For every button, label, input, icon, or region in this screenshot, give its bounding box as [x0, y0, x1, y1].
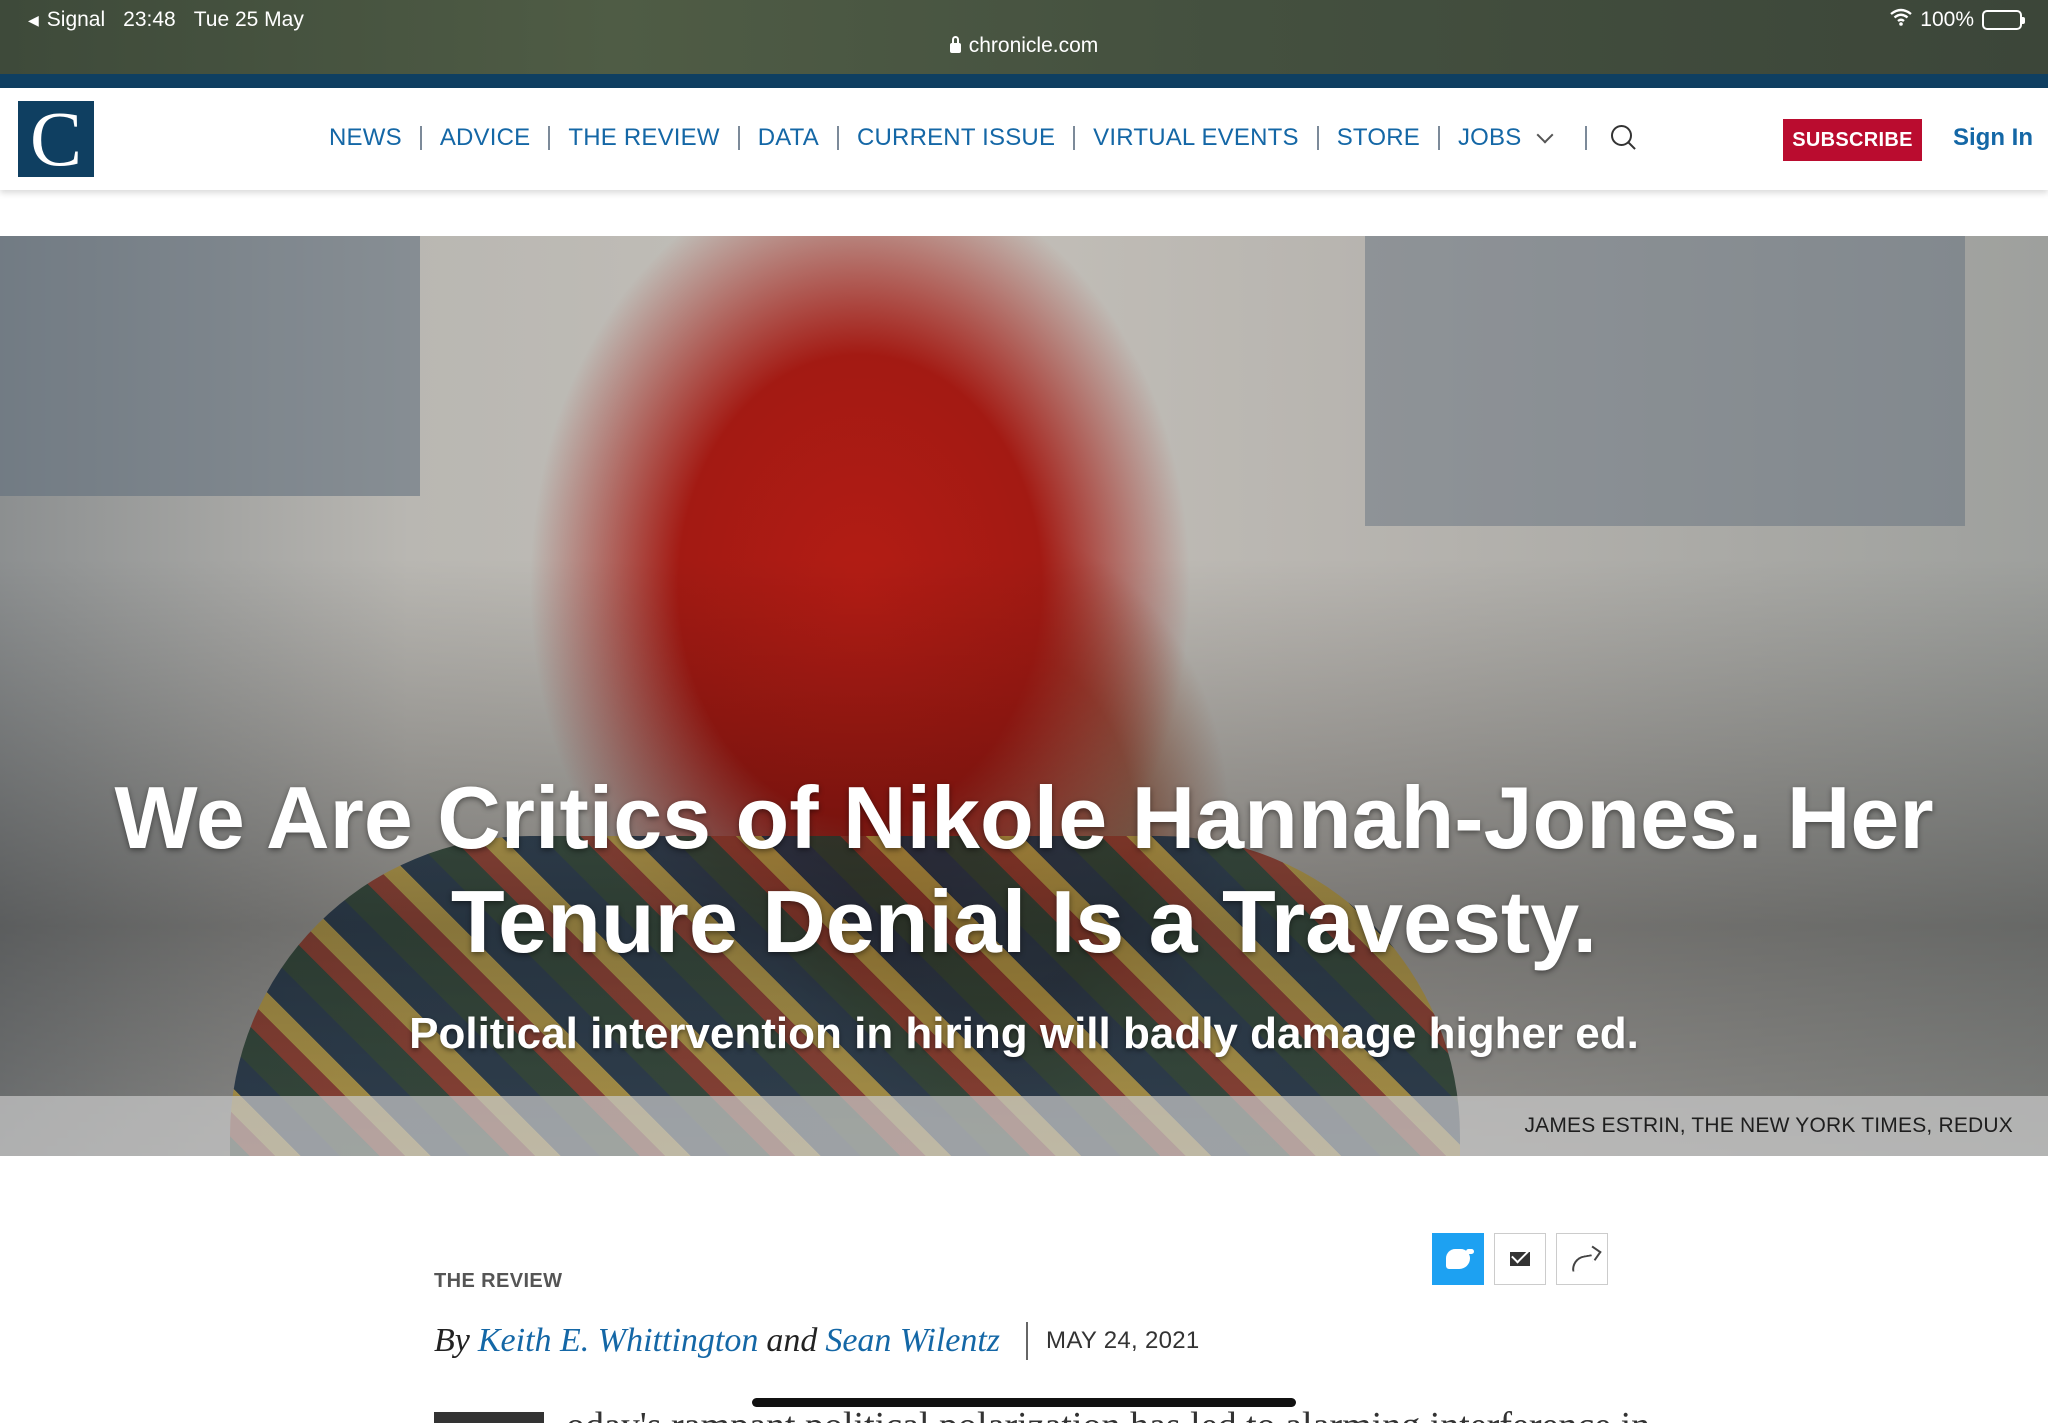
- nav-store[interactable]: STORE: [1337, 124, 1420, 152]
- author-link-1[interactable]: Keith E. Whittington: [478, 1322, 758, 1360]
- url-text: chronicle.com: [968, 34, 1099, 57]
- subscribe-button[interactable]: SUBSCRIBE: [1783, 119, 1922, 161]
- photo-credit-bar: JAMES ESTRIN, THE NEW YORK TIMES, REDUX: [0, 1096, 2048, 1156]
- home-indicator[interactable]: [752, 1398, 1296, 1407]
- url-bar[interactable]: chronicle.com: [0, 34, 2048, 58]
- byline: By Keith E. Whittington and Sean Wilentz…: [434, 1322, 1200, 1360]
- share-icon: [1569, 1254, 1595, 1272]
- status-right: 100%: [1890, 8, 2025, 32]
- wifi-icon: [1890, 8, 1913, 32]
- article-subtitle: Political intervention in hiring will ba…: [409, 1009, 1639, 1058]
- chevron-down-icon[interactable]: [1536, 126, 1554, 144]
- nav-top-strip: [0, 74, 2048, 88]
- nav-advice[interactable]: ADVICE: [440, 124, 531, 152]
- back-arrow-icon[interactable]: ◀: [28, 12, 39, 29]
- photo-credit: JAMES ESTRIN, THE NEW YORK TIMES, REDUX: [1524, 1114, 2013, 1137]
- status-date: Tue 25 May: [193, 8, 304, 31]
- section-label[interactable]: THE REVIEW: [434, 1270, 562, 1293]
- nav-divider: [737, 126, 740, 150]
- nav-divider: [1437, 126, 1440, 150]
- email-share-button[interactable]: [1494, 1233, 1546, 1285]
- mail-icon: [1510, 1252, 1530, 1266]
- nav-divider: [836, 126, 839, 150]
- sign-in-link[interactable]: Sign In: [1953, 124, 2033, 152]
- hero-image: We Are Critics of Nikole Hannah-Jones. H…: [0, 236, 2048, 1156]
- nav-the-review[interactable]: THE REVIEW: [568, 124, 719, 152]
- nav-data[interactable]: DATA: [758, 124, 819, 152]
- site-header: C NEWS ADVICE THE REVIEW DATA CURRENT IS…: [0, 88, 2048, 190]
- nav-divider: [1073, 126, 1076, 150]
- share-buttons: [1432, 1233, 1608, 1285]
- nav-divider: [1316, 126, 1319, 150]
- status-time: 23:48: [123, 8, 176, 31]
- nav-virtual-events[interactable]: VIRTUAL EVENTS: [1093, 124, 1299, 152]
- status-bar: ◀ Signal 23:48 Tue 25 May 100% chronicle…: [0, 0, 2048, 74]
- nav-divider: [419, 126, 422, 150]
- nav-news[interactable]: NEWS: [329, 124, 402, 152]
- nav-current-issue[interactable]: CURRENT ISSUE: [857, 124, 1055, 152]
- main-nav: NEWS ADVICE THE REVIEW DATA CURRENT ISSU…: [329, 124, 1637, 152]
- byline-by: By: [434, 1322, 470, 1359]
- search-icon[interactable]: [1611, 125, 1637, 151]
- status-left: ◀ Signal 23:48 Tue 25 May: [28, 8, 304, 32]
- twitter-share-button[interactable]: [1432, 1233, 1484, 1285]
- twitter-icon: [1446, 1249, 1474, 1269]
- nav-divider: [1585, 126, 1588, 150]
- publish-date: MAY 24, 2021: [1046, 1327, 1200, 1354]
- battery-percent: 100%: [1920, 8, 1974, 31]
- lock-icon: [949, 36, 961, 53]
- back-app-label[interactable]: Signal: [47, 8, 105, 32]
- nav-divider: [548, 126, 551, 150]
- byline-divider: [1026, 1322, 1029, 1360]
- author-link-2[interactable]: Sean Wilentz: [825, 1322, 1000, 1360]
- drop-cap: [434, 1412, 544, 1423]
- article-title: We Are Critics of Nikole Hannah-Jones. H…: [114, 768, 1934, 971]
- chronicle-logo[interactable]: C: [18, 100, 94, 178]
- byline-and: and: [766, 1322, 818, 1359]
- share-button[interactable]: [1556, 1233, 1608, 1285]
- battery-icon: [1982, 10, 2025, 30]
- nav-jobs[interactable]: JOBS: [1458, 124, 1521, 152]
